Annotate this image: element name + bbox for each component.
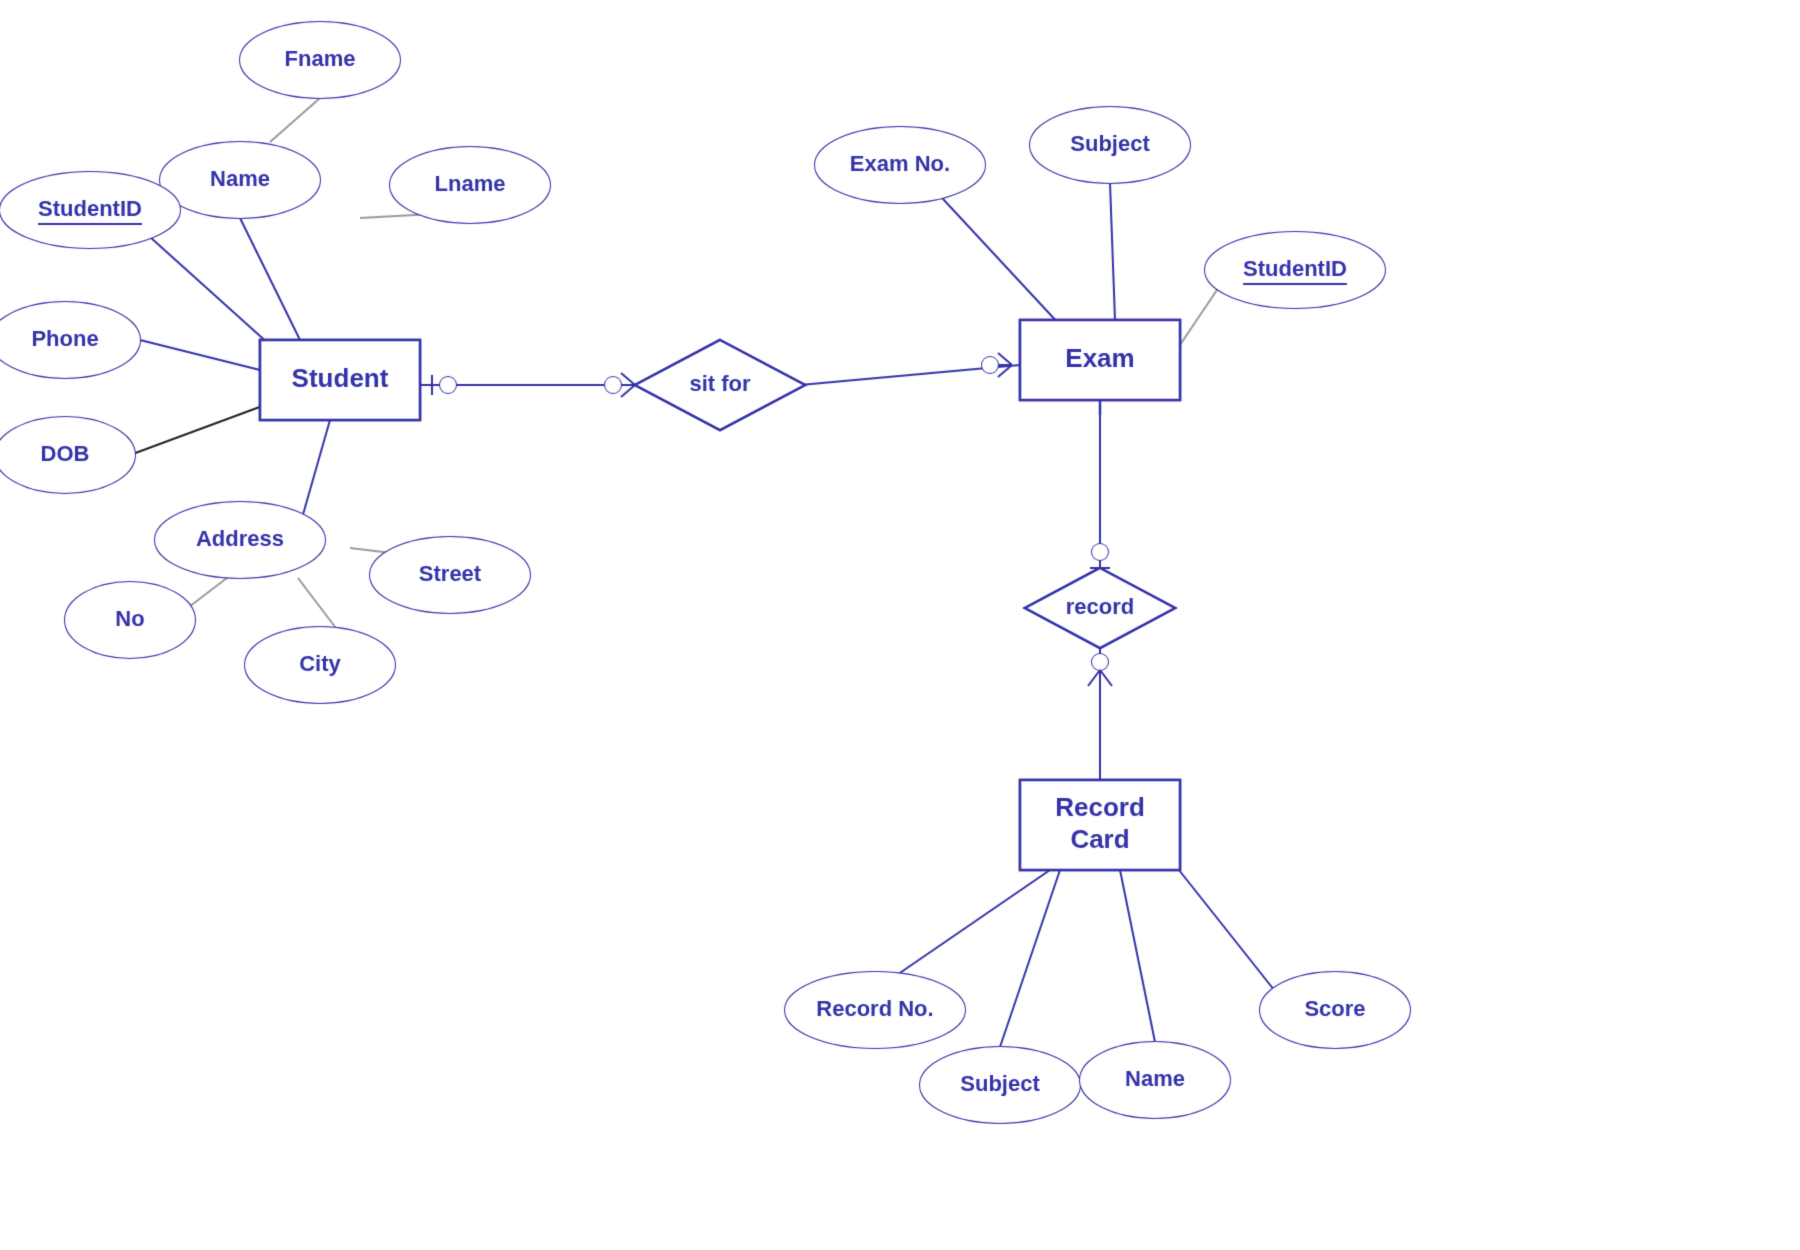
er-diagram <box>0 0 1800 1250</box>
